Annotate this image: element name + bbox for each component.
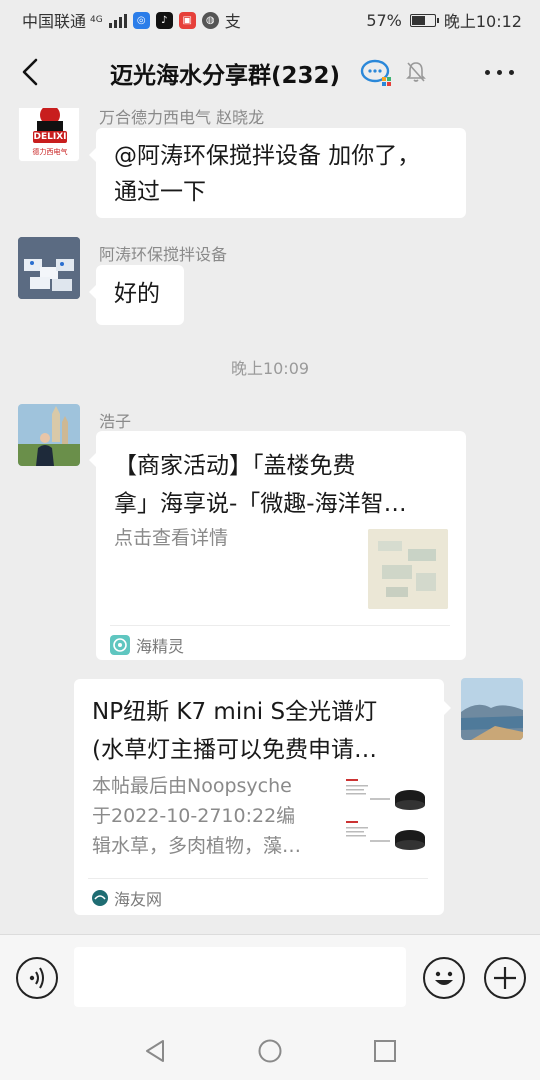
- chat-header: 迈光海水分享群(232): [0, 36, 540, 108]
- my-avatar[interactable]: [461, 678, 523, 740]
- chat-title: 迈光海水分享群(232): [110, 63, 341, 89]
- message-text-line: @阿涛环保搅拌设备 加你了，: [114, 143, 421, 169]
- card-source: 海友网: [92, 884, 162, 912]
- card-desc-line: 辑水草，多肉植物，藻…: [92, 835, 302, 857]
- card-title: NP纽斯 K7 mini S全光谱灯 (水草灯主播可以免费申请…: [92, 693, 426, 769]
- status-left: 中国联通 4G ◎ ♪ ▣ ◍ 支: [22, 8, 241, 32]
- avatar-logo-subtext: 德力西电气: [32, 148, 68, 156]
- avatar[interactable]: [18, 404, 80, 466]
- link-card[interactable]: 【商家活动】「盖楼免费 拿」海享说-「微趣-海洋智… 点击查看详情 海精灵: [89, 431, 466, 660]
- weibo-icon: ▣: [178, 11, 196, 29]
- wecom-group-icon: [360, 59, 391, 86]
- avatar-photo: [18, 404, 80, 466]
- card-title-line: (水草灯主播可以免费申请…: [92, 737, 377, 763]
- message-text-line: 好的: [114, 281, 160, 307]
- avatar-photo: [461, 678, 523, 740]
- card-divider: [110, 625, 450, 626]
- sender-name: 阿涛环保搅拌设备: [99, 245, 228, 264]
- carrier-label: 中国联通: [22, 12, 87, 31]
- avatar[interactable]: [18, 237, 80, 299]
- card-desc-line: 于2022-10-2710:22编: [92, 805, 296, 827]
- card-thumbnail: [344, 775, 428, 859]
- avatar-photo: [18, 237, 80, 299]
- battery-percent: 57%: [366, 10, 402, 30]
- plus-sign-icon: [494, 967, 516, 989]
- battery-icon: [409, 13, 439, 27]
- message-input[interactable]: [74, 947, 406, 1007]
- input-bar: [0, 934, 540, 1020]
- message-timestamp: 晚上10:09: [230, 359, 310, 378]
- blurred-thumbnail-image: [368, 529, 448, 609]
- card-source-label: 海精灵: [136, 637, 185, 656]
- card-description: 点击查看详情: [114, 527, 229, 549]
- more-dots-icon[interactable]: [485, 70, 514, 75]
- voice-wave-icon: [29, 967, 44, 989]
- tiktok-icon: ♪: [155, 11, 173, 29]
- card-desc-line: 本帖最后由Noopsyche: [92, 775, 292, 797]
- message-bubble[interactable]: 好的: [89, 265, 184, 325]
- wechat-work-icon: ◎: [132, 11, 150, 29]
- mute-bell-icon: [406, 62, 426, 82]
- browser-icon: ◍: [201, 11, 219, 29]
- card-source: 海精灵: [110, 631, 184, 659]
- avatar-logo-text: DELIXI: [33, 132, 67, 142]
- plus-icon[interactable]: [484, 957, 526, 999]
- link-card[interactable]: NP纽斯 K7 mini S全光谱灯 (水草灯主播可以免费申请… 本帖最后由No…: [74, 679, 451, 915]
- card-thumbnail: [368, 529, 448, 609]
- clock: 晚上10:12: [443, 12, 522, 31]
- emoji-icon[interactable]: [423, 957, 465, 999]
- haijingling-app-icon: [110, 635, 130, 655]
- lamp-product-thumbnail-image: [346, 779, 425, 850]
- card-divider: [88, 878, 428, 879]
- avatar[interactable]: DELIXI 德力西电气: [18, 108, 80, 162]
- card-source-label: 海友网: [114, 890, 163, 909]
- back-chevron-icon[interactable]: [16, 56, 46, 88]
- nav-back-icon[interactable]: [143, 1038, 167, 1064]
- haiyouwang-app-icon: [92, 890, 108, 906]
- message-text-line: 通过一下: [114, 179, 206, 205]
- status-bar: 中国联通 4G ◎ ♪ ▣ ◍ 支 57% 晚上10:12: [0, 0, 540, 36]
- voice-icon[interactable]: [16, 957, 58, 999]
- card-title-line: NP纽斯 K7 mini S全光谱灯: [92, 699, 378, 725]
- sender-name: 万合德力西电气 赵晓龙: [99, 108, 265, 127]
- system-navigation-bar: [0, 1020, 540, 1080]
- network-label: 4G: [90, 14, 103, 25]
- signal-icon: [108, 12, 127, 28]
- card-description: 本帖最后由Noopsyche 于2022-10-2710:22编 辑水草，多肉植…: [92, 771, 337, 861]
- card-title: 【商家活动】「盖楼免费 拿」海享说-「微趣-海洋智…: [114, 447, 448, 523]
- sender-name: 浩子: [99, 412, 132, 431]
- chat-message-list[interactable]: DELIXI 德力西电气 万合德力西电气 赵晓龙 @阿涛环保搅拌设备 加你了， …: [0, 108, 540, 934]
- message-bubble[interactable]: @阿涛环保搅拌设备 加你了， 通过一下: [89, 128, 466, 218]
- card-title-line: 【商家活动】「盖楼免费: [114, 453, 356, 479]
- nav-home-icon[interactable]: [257, 1038, 283, 1064]
- card-title-line: 拿」海享说-「微趣-海洋智…: [114, 491, 407, 517]
- smiley-face-icon: [435, 971, 453, 985]
- nav-recents-icon[interactable]: [372, 1038, 398, 1064]
- status-right: 57% 晚上10:12: [366, 8, 522, 32]
- alipay-icon: 支: [224, 12, 241, 31]
